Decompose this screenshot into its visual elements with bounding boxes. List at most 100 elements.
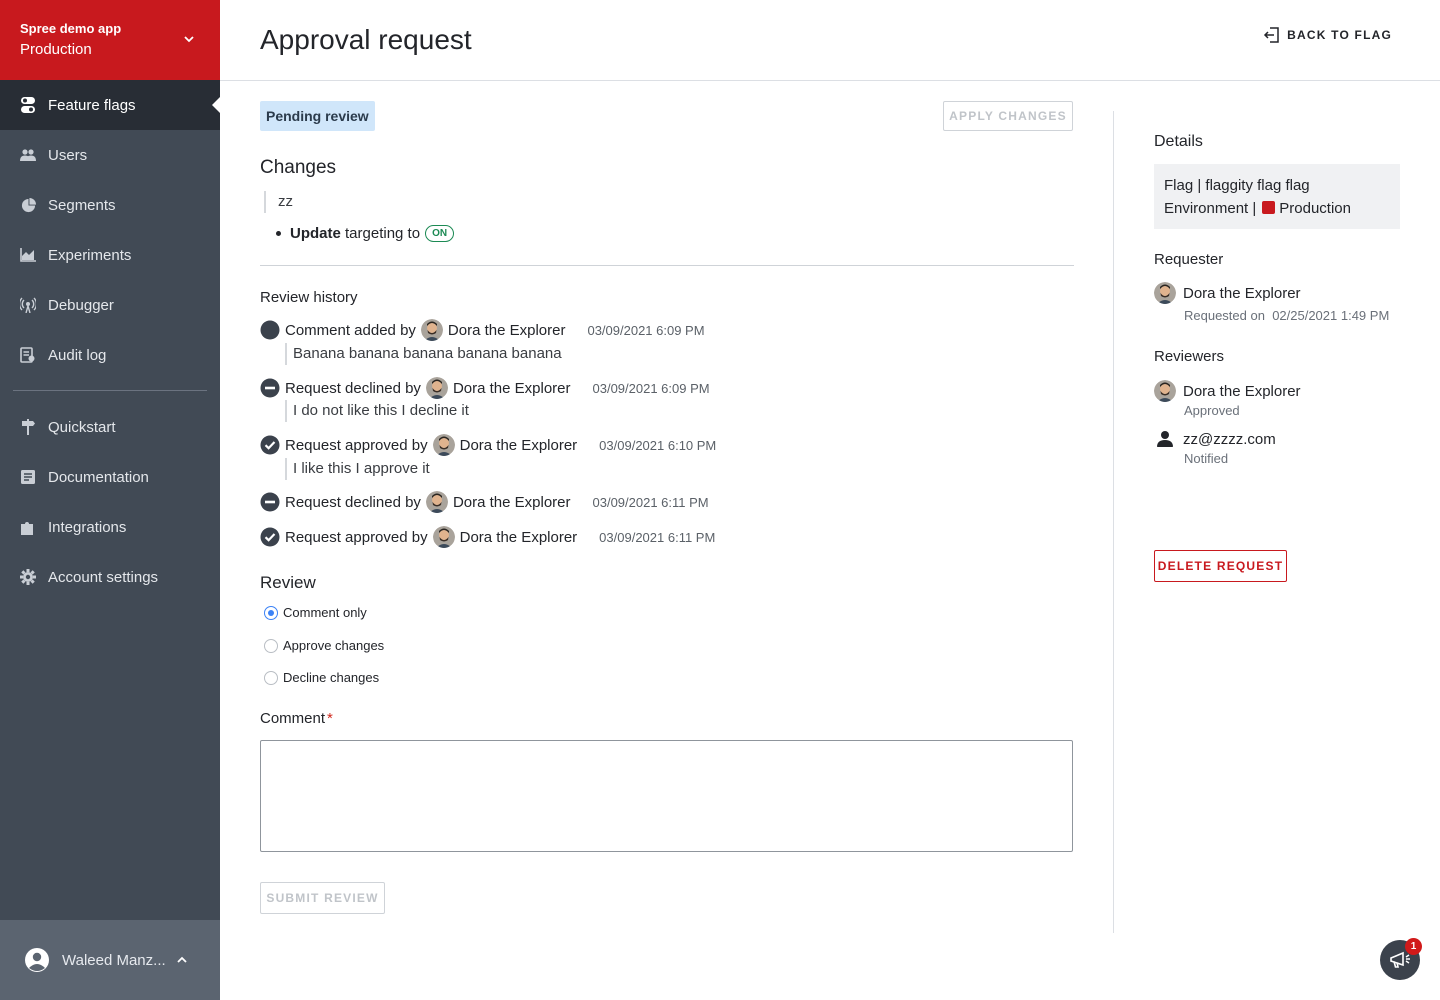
project-environment: Production — [20, 41, 92, 58]
gear-icon — [20, 569, 36, 585]
sidebar-item-quickstart[interactable]: Quickstart — [0, 402, 220, 452]
primary-nav: Feature flags Users Segments Experiments… — [0, 80, 220, 380]
apply-changes-button[interactable]: APPLY CHANGES — [943, 101, 1073, 131]
pie-icon — [20, 197, 36, 213]
approved-check-icon — [260, 527, 280, 547]
avatar — [420, 319, 443, 341]
requested-label: Requested on — [1184, 308, 1265, 323]
change-item: Update targeting to ON — [276, 225, 455, 242]
sidebar-item-label: Integrations — [48, 518, 127, 536]
sidebar-item-account-settings[interactable]: Account settings — [0, 552, 220, 602]
history-time: 03/09/2021 6:09 PM — [592, 380, 710, 396]
sidebar: Spree demo app Production Feature flags … — [0, 0, 220, 1000]
history-user: Dora the Explorer — [452, 379, 571, 397]
sidebar-item-audit-log[interactable]: Audit log — [0, 330, 220, 380]
history-action: Comment added by — [285, 321, 416, 339]
chevron-up-icon — [177, 956, 187, 963]
changes-title: Changes — [260, 157, 337, 178]
radio-decline-changes[interactable]: Decline changes — [264, 670, 379, 685]
changes-description: zz — [264, 191, 293, 213]
radio-label: Decline changes — [283, 670, 380, 685]
reviewer-status: Approved — [1184, 403, 1240, 418]
status-badge: Pending review — [260, 101, 375, 131]
audit-icon — [20, 347, 36, 363]
user-name: Waleed Manz... — [62, 951, 166, 969]
signpost-icon — [20, 419, 36, 435]
back-to-flag-button[interactable]: BACK TO FLAG — [1263, 26, 1392, 44]
page-header: Approval request BACK TO FLAG — [220, 0, 1440, 81]
radio-approve-changes[interactable]: Approve changes — [264, 638, 384, 653]
reviewer: Dora the Explorer — [1154, 380, 1301, 402]
notification-count: 1 — [1405, 938, 1422, 955]
secondary-nav: Quickstart Documentation Integrations Ac… — [0, 402, 220, 602]
history-time: 03/09/2021 6:09 PM — [587, 322, 705, 338]
sidebar-item-integrations[interactable]: Integrations — [0, 502, 220, 552]
delete-request-button[interactable]: DELETE REQUEST — [1154, 550, 1287, 582]
bullet — [276, 231, 281, 236]
history-user: Dora the Explorer — [452, 493, 571, 511]
history-user: Dora the Explorer — [459, 528, 578, 546]
declined-icon — [260, 492, 280, 512]
comment-label-text: Comment — [260, 710, 326, 727]
history-note: Banana banana banana banana banana — [285, 343, 562, 365]
sidebar-item-users[interactable]: Users — [0, 130, 220, 180]
radio-comment-only[interactable]: Comment only — [264, 605, 367, 620]
radio-button[interactable] — [264, 605, 278, 620]
announcements-button[interactable]: 1 — [1380, 938, 1422, 980]
declined-icon — [260, 378, 280, 398]
radio-label: Comment only — [283, 605, 367, 620]
sidebar-divider — [13, 390, 207, 391]
sidebar-item-label: Segments — [48, 196, 116, 214]
sidebar-item-segments[interactable]: Segments — [0, 180, 220, 230]
approved-check-icon — [260, 435, 280, 455]
history-action: Request approved by — [285, 436, 428, 454]
environment-color-swatch — [1262, 201, 1276, 214]
on-badge: ON — [425, 225, 455, 242]
details-box: Flag | flaggity flag flag Environment | P… — [1154, 164, 1400, 229]
history-entry: Request declined by Dora the Explorer 03… — [260, 491, 709, 513]
history-entry: Comment added by Dora the Explorer 03/09… — [260, 319, 705, 341]
review-history-title: Review history — [260, 289, 358, 306]
review-title: Review — [260, 573, 316, 592]
requester-name: Dora the Explorer — [1183, 284, 1301, 302]
divider — [260, 265, 1074, 266]
requested-on: Requested on 02/25/2021 1:49 PM — [1184, 308, 1389, 323]
radio-label: Approve changes — [283, 638, 385, 653]
comment-field[interactable] — [260, 740, 1073, 852]
sidebar-item-label: Account settings — [48, 568, 159, 586]
sidebar-item-label: Feature flags — [48, 96, 136, 114]
user-avatar-icon — [25, 948, 49, 972]
reviewer-name: zz@zzzz.com — [1183, 430, 1276, 448]
sidebar-item-debugger[interactable]: Debugger — [0, 280, 220, 330]
history-action: Request declined by — [285, 379, 421, 397]
person-icon — [1157, 431, 1173, 447]
sidebar-item-label: Audit log — [48, 346, 107, 364]
history-user: Dora the Explorer — [447, 321, 566, 339]
project-switcher[interactable]: Spree demo app Production — [0, 0, 220, 80]
radio-button[interactable] — [264, 638, 278, 653]
sidebar-item-documentation[interactable]: Documentation — [0, 452, 220, 502]
env-prefix: Environment | — [1164, 200, 1257, 217]
toggle-icon — [20, 97, 36, 113]
history-entry: Request declined by Dora the Explorer 03… — [260, 377, 710, 399]
page-title: Approval request — [260, 24, 472, 55]
details-flag: Flag | flaggity flag flag — [1164, 177, 1310, 194]
reviewer: zz@zzzz.com — [1154, 428, 1276, 450]
avatar — [425, 377, 448, 399]
avatar — [432, 434, 455, 456]
change-action: Update — [290, 225, 341, 242]
radio-button[interactable] — [264, 670, 278, 685]
history-note: I do not like this I decline it — [285, 400, 469, 422]
broadcast-icon — [20, 297, 36, 313]
reviewer-status: Notified — [1184, 451, 1229, 466]
exit-icon — [1264, 27, 1279, 43]
reviewers-title: Reviewers — [1154, 348, 1225, 365]
sidebar-item-label: Debugger — [48, 296, 114, 314]
panel-divider — [1113, 111, 1114, 933]
details-environment: Environment | Production — [1164, 197, 1390, 220]
user-menu[interactable]: Waleed Manz... — [0, 920, 220, 1000]
sidebar-item-experiments[interactable]: Experiments — [0, 230, 220, 280]
submit-review-button[interactable]: SUBMIT REVIEW — [260, 882, 385, 914]
requester-title: Requester — [1154, 251, 1224, 268]
sidebar-item-feature-flags[interactable]: Feature flags — [0, 80, 220, 130]
